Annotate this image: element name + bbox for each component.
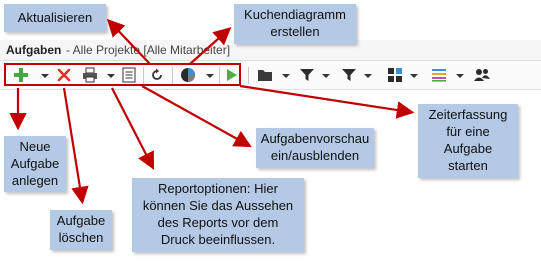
filter-icon[interactable] (340, 66, 358, 84)
folder-dropdown-caret[interactable] (282, 74, 290, 78)
users-icon[interactable] (472, 66, 492, 84)
callout-neue-aufgabe: Neue Aufgabe anlegen (4, 136, 66, 192)
callout-aufgabenvorschau: Aufgabenvorschau ein/ausblenden (256, 128, 374, 168)
list-icon[interactable] (430, 66, 448, 84)
window-title-main: Aufgaben (6, 43, 62, 57)
arrow-aufgabenvorschau (141, 85, 252, 148)
group-icon[interactable] (386, 66, 404, 84)
callout-aufgabe-loeschen: Aufgabe löschen (50, 210, 112, 250)
list-dropdown-caret[interactable] (456, 74, 464, 78)
callout-kuchendiagramm: Kuchendiagramm erstellen (234, 4, 356, 44)
filter-dropdown-caret[interactable] (322, 74, 330, 78)
filter-icon[interactable] (298, 66, 316, 84)
group-dropdown-caret[interactable] (410, 74, 418, 78)
callout-reportoptionen: Reportoptionen: Hier können Sie das Auss… (132, 178, 304, 252)
folder-icon[interactable] (256, 66, 274, 84)
highlighted-toolbar-area (4, 63, 241, 86)
arrow-aufgabe-loeschen (62, 87, 89, 205)
filter-dropdown-caret[interactable] (364, 74, 372, 78)
window-title-context: - Alle Projekte [Alle Mitarbeiter] (66, 43, 231, 57)
arrow-reportoptionen (111, 87, 155, 170)
callout-aktualisieren: Aktualisieren (4, 4, 106, 32)
callout-zeiterfassung: Zeiterfassung für eine Aufgabe starten (418, 104, 518, 178)
toolbar-separator (248, 67, 249, 84)
